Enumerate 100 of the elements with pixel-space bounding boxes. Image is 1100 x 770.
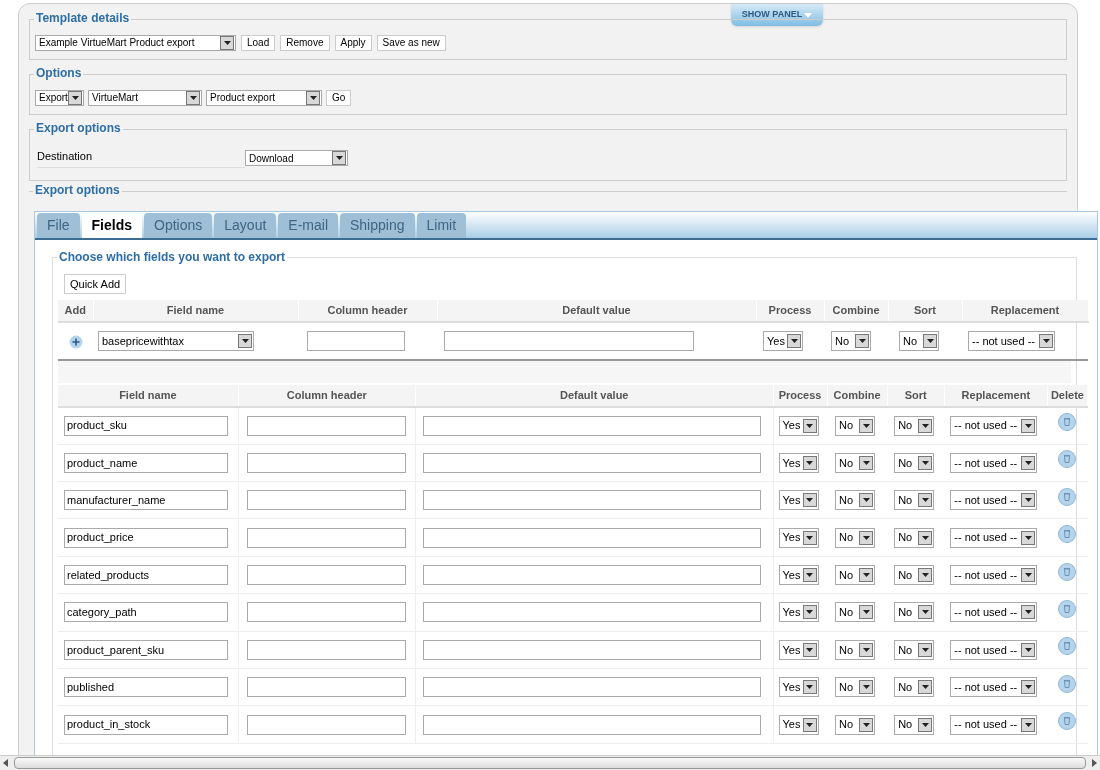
delete-icon[interactable] <box>1058 487 1077 506</box>
column-header-field[interactable] <box>246 677 406 698</box>
select-dropdown[interactable]: No <box>831 330 871 351</box>
delete-icon[interactable] <box>1058 413 1077 432</box>
delete-icon[interactable] <box>1058 712 1077 731</box>
form-button[interactable]: Remove <box>280 34 330 51</box>
select-dropdown[interactable]: No <box>835 415 876 436</box>
delete-icon[interactable] <box>1058 599 1077 618</box>
column-header-field[interactable] <box>246 415 406 436</box>
select-dropdown[interactable]: -- not used -- <box>950 565 1038 585</box>
column-header-field[interactable] <box>307 330 405 351</box>
delete-icon[interactable] <box>1058 562 1077 581</box>
select-dropdown[interactable]: No <box>894 527 935 548</box>
select-dropdown[interactable]: Product export <box>206 89 322 106</box>
default-value-field[interactable] <box>423 565 761 585</box>
section-title: Choose which fields you want to export <box>57 249 288 265</box>
select-dropdown[interactable]: No <box>835 602 876 623</box>
select-dropdown[interactable]: No <box>894 415 935 436</box>
column-header-field[interactable] <box>246 602 406 623</box>
select-dropdown[interactable]: -- not used -- <box>950 527 1038 548</box>
column-header: Combine <box>824 299 888 322</box>
field-name-field[interactable]: product_price <box>64 527 228 548</box>
field-name-field[interactable]: product_parent_sku <box>64 639 228 660</box>
default-value-field[interactable] <box>423 490 761 511</box>
form-button[interactable]: Save as new <box>376 34 446 51</box>
select-dropdown[interactable]: -- not used -- <box>950 452 1038 473</box>
select-dropdown[interactable]: No <box>894 639 935 660</box>
select-dropdown[interactable]: -- not used -- <box>968 330 1055 351</box>
select-dropdown[interactable]: No <box>835 677 876 698</box>
form-button[interactable]: Apply <box>334 34 372 51</box>
select-dropdown[interactable]: No <box>835 714 876 735</box>
column-header: Default value <box>437 299 756 322</box>
select-dropdown[interactable]: Yes <box>778 714 819 735</box>
select-dropdown[interactable]: Example VirtueMart Product export <box>35 34 236 51</box>
default-value-field[interactable] <box>423 415 761 436</box>
default-value-field[interactable] <box>423 677 761 698</box>
column-header-field[interactable] <box>246 714 406 735</box>
column-header-field[interactable] <box>246 527 406 548</box>
default-value-field[interactable] <box>423 639 761 660</box>
select-dropdown[interactable]: No <box>894 677 935 698</box>
field-name-field[interactable]: product_sku <box>64 415 228 436</box>
column-header: Field name <box>58 384 239 407</box>
select-dropdown[interactable]: No <box>894 452 935 473</box>
select-dropdown[interactable]: No <box>835 639 876 660</box>
select-dropdown[interactable]: No <box>835 490 876 511</box>
select-dropdown[interactable]: Download <box>245 150 348 166</box>
select-dropdown[interactable]: -- not used -- <box>950 677 1038 698</box>
select-dropdown[interactable]: No <box>835 452 876 473</box>
add-icon[interactable] <box>68 334 83 349</box>
column-header-field[interactable] <box>246 490 406 511</box>
default-value-field[interactable] <box>423 602 761 623</box>
delete-icon[interactable] <box>1058 525 1077 544</box>
field-name-field[interactable]: category_path <box>64 602 228 623</box>
tab[interactable]: Fields <box>81 213 143 238</box>
select-dropdown[interactable]: No <box>894 602 935 623</box>
select-dropdown[interactable]: VirtueMart <box>88 89 202 106</box>
column-header-field[interactable] <box>246 639 406 660</box>
select-dropdown[interactable]: No <box>894 490 935 511</box>
field-name-field[interactable]: published <box>64 677 228 698</box>
show-panel-tab[interactable]: SHOW PANEL <box>731 4 823 26</box>
select-dropdown[interactable]: Yes <box>763 330 803 351</box>
select-dropdown[interactable]: Yes <box>778 490 819 511</box>
select-dropdown[interactable]: No <box>835 527 876 548</box>
delete-icon[interactable] <box>1058 637 1077 656</box>
select-dropdown[interactable]: No <box>899 330 939 351</box>
select-dropdown[interactable]: No <box>894 565 935 585</box>
select-dropdown[interactable]: Yes <box>778 452 819 473</box>
select-dropdown[interactable]: No <box>835 565 876 585</box>
select-dropdown[interactable]: Yes <box>778 527 819 548</box>
delete-icon[interactable] <box>1058 450 1077 469</box>
form-button[interactable]: Go <box>326 89 352 106</box>
select-dropdown[interactable]: Yes <box>778 415 819 436</box>
form-button[interactable]: Load <box>241 34 276 51</box>
default-value-field[interactable] <box>423 452 761 473</box>
select-dropdown[interactable]: -- not used -- <box>950 714 1038 735</box>
column-header-field[interactable] <box>246 565 406 585</box>
select-dropdown[interactable]: -- not used -- <box>950 602 1038 623</box>
destination-label: Destination <box>37 148 245 168</box>
caret-icon <box>804 12 813 18</box>
default-value-field[interactable] <box>423 527 761 548</box>
select-dropdown[interactable]: No <box>894 714 935 735</box>
delete-icon[interactable] <box>1058 674 1077 693</box>
select-dropdown[interactable]: Yes <box>778 677 819 698</box>
quick-add-button[interactable]: Quick Add <box>64 274 127 294</box>
select-dropdown[interactable]: -- not used -- <box>950 639 1038 660</box>
column-header: Process <box>773 384 828 407</box>
select-dropdown[interactable]: Yes <box>778 639 819 660</box>
column-header-field[interactable] <box>246 452 406 473</box>
field-name-field[interactable]: related_products <box>64 565 228 585</box>
select-dropdown[interactable]: Yes <box>778 565 819 585</box>
select-dropdown[interactable]: Yes <box>778 602 819 623</box>
default-value-field[interactable] <box>444 330 694 351</box>
field-name-select[interactable]: basepricewithtax <box>98 330 254 351</box>
field-name-field[interactable]: product_in_stock <box>64 714 228 735</box>
select-dropdown[interactable]: -- not used -- <box>950 490 1038 511</box>
field-name-field[interactable]: product_name <box>64 452 228 473</box>
default-value-field[interactable] <box>423 714 761 735</box>
field-name-field[interactable]: manufacturer_name <box>64 490 228 511</box>
select-dropdown[interactable]: -- not used -- <box>950 415 1038 436</box>
select-dropdown[interactable]: Export <box>35 89 84 106</box>
